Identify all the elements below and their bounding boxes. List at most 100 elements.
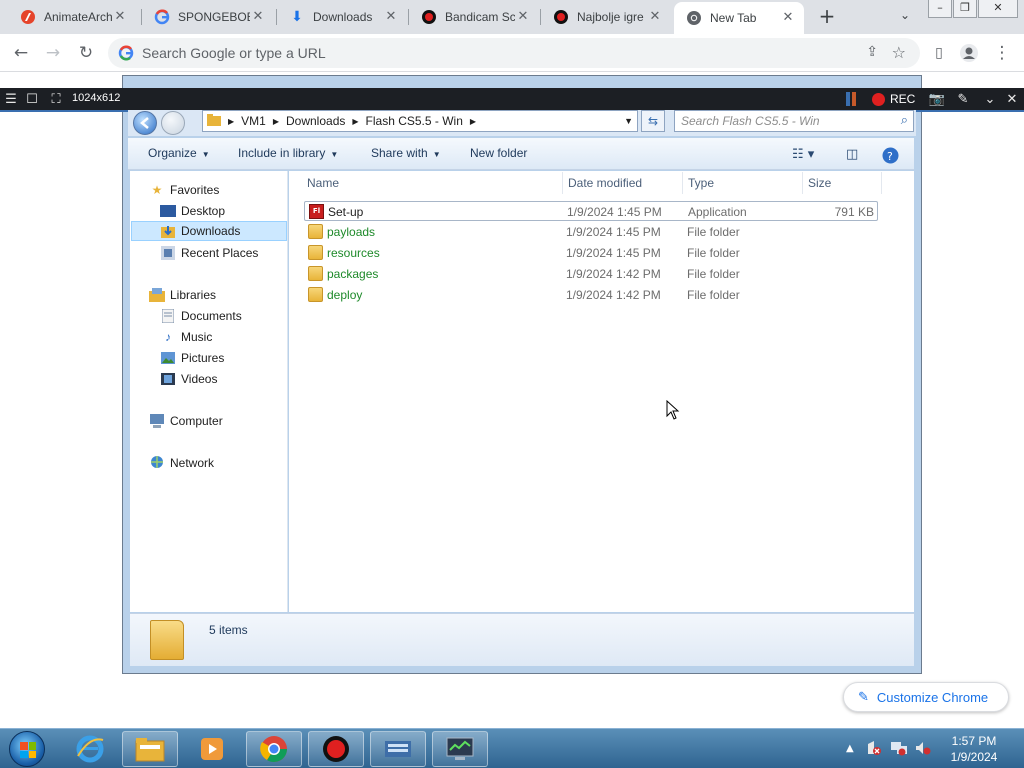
column-header-date[interactable]: Date modified — [568, 176, 642, 190]
customize-chrome-button[interactable]: ✎ Customize Chrome — [843, 682, 1009, 712]
nav-computer[interactable]: Computer — [149, 411, 223, 431]
forward-button[interactable] — [161, 111, 185, 135]
camera-icon[interactable]: 📷 — [928, 91, 946, 109]
menu-icon[interactable]: ☰ — [4, 91, 18, 109]
rec-button[interactable]: REC — [872, 92, 915, 106]
monitor-taskbar-icon[interactable] — [432, 731, 488, 767]
network-status-icon[interactable] — [890, 740, 908, 768]
preview-pane-icon[interactable]: ◫ — [846, 147, 858, 162]
file-size: 791 KB — [834, 205, 874, 219]
fullscreen-icon[interactable]: ☐ — [24, 91, 40, 109]
close-icon[interactable]: ✕ — [250, 9, 266, 25]
tab-title: AnimateArch — [44, 10, 112, 24]
nav-label: Documents — [181, 309, 242, 323]
close-icon[interactable]: ✕ — [515, 9, 531, 25]
tab-najbolje-igre[interactable]: Najbolje igre ✕ — [541, 0, 671, 34]
file-row-resources[interactable]: resources 1/9/2024 1:45 PM File folder — [304, 243, 878, 263]
file-row-setup[interactable]: Fl Set-up 1/9/2024 1:45 PM Application 7… — [304, 201, 878, 221]
file-row-packages[interactable]: packages 1/9/2024 1:42 PM File folder — [304, 264, 878, 284]
new-folder-button[interactable]: New folder — [470, 146, 527, 160]
nav-videos[interactable]: Videos — [160, 369, 217, 389]
nav-favorites[interactable]: ★ Favorites — [149, 180, 220, 200]
file-name: payloads — [327, 225, 376, 239]
share-with-button[interactable]: Share with ▼ — [371, 146, 441, 160]
omnibox[interactable]: Search Google or type a URL ⇪ ☆ — [108, 38, 920, 68]
search-input[interactable]: Search Flash CS5.5 - Win ⌕ — [674, 110, 914, 132]
breadcrumb-flash[interactable]: Flash CS5.5 - Win — [366, 114, 463, 128]
column-header-name[interactable]: Name — [307, 176, 339, 190]
tab-animatearch[interactable]: AnimateArch ✕ — [8, 0, 136, 34]
address-bar[interactable]: ▶ VM1 ▶ Downloads ▶ Flash CS5.5 - Win ▶ … — [202, 110, 638, 132]
volume-muted-icon[interactable] — [914, 740, 932, 768]
file-row-payloads[interactable]: payloads 1/9/2024 1:45 PM File folder — [304, 222, 878, 242]
profile-icon[interactable] — [958, 42, 980, 64]
back-button[interactable] — [133, 111, 157, 135]
media-player-icon[interactable] — [184, 731, 240, 767]
nav-desktop[interactable]: Desktop — [160, 201, 225, 221]
column-header-type[interactable]: Type — [688, 176, 714, 190]
breadcrumb-arrow-icon[interactable]: ▶ — [228, 117, 234, 126]
help-icon[interactable]: ? — [882, 147, 899, 168]
menu-icon[interactable]: ⋮ — [991, 42, 1013, 64]
column-header-size[interactable]: Size — [808, 176, 831, 190]
internet-explorer-icon[interactable] — [62, 731, 118, 767]
minimize-icon[interactable]: – — [928, 0, 952, 18]
nav-downloads[interactable]: Downloads — [131, 221, 287, 241]
column-divider[interactable] — [562, 172, 563, 194]
tab-downloads[interactable]: ⬇ Downloads ✕ — [277, 0, 407, 34]
pause-icon[interactable] — [844, 91, 862, 109]
include-in-library-button[interactable]: Include in library ▼ — [238, 146, 338, 160]
nav-recent-places[interactable]: Recent Places — [160, 243, 258, 263]
column-divider[interactable] — [682, 172, 683, 194]
close-icon[interactable]: ✕ — [647, 9, 663, 25]
column-divider[interactable] — [802, 172, 803, 194]
new-tab-button[interactable]: + — [816, 6, 838, 28]
keyboard-taskbar-icon[interactable] — [370, 731, 426, 767]
system-clock[interactable]: 1:57 PM 1/9/2024 — [944, 733, 1004, 765]
breadcrumb-arrow-icon[interactable]: ▶ — [352, 117, 358, 126]
tab-bandicam[interactable]: Bandicam Sc ✕ — [409, 0, 539, 34]
reload-icon[interactable]: ↻ — [75, 42, 97, 64]
back-icon[interactable]: ← — [10, 42, 32, 64]
nav-documents[interactable]: Documents — [160, 306, 242, 326]
breadcrumb-vm1[interactable]: VM1 — [241, 114, 266, 128]
include-label: Include in library — [238, 146, 326, 160]
breadcrumb-arrow-icon[interactable]: ▶ — [273, 117, 279, 126]
collapse-icon[interactable]: ⌄ — [982, 91, 998, 109]
tab-new-tab[interactable]: New Tab ✕ — [674, 2, 804, 34]
address-dropdown-icon[interactable]: ▼ — [624, 116, 633, 126]
side-panel-icon[interactable]: ▯ — [928, 42, 950, 64]
nav-network[interactable]: Network — [149, 453, 214, 473]
region-select-icon[interactable]: ⛶ — [48, 91, 64, 109]
breadcrumb-downloads[interactable]: Downloads — [286, 114, 345, 128]
explorer-taskbar-icon[interactable] — [122, 731, 178, 767]
close-icon[interactable]: ✕ — [112, 9, 128, 25]
tab-search-icon[interactable]: ⌄ — [896, 8, 914, 26]
show-hidden-icons-icon[interactable]: ▲ — [846, 743, 854, 768]
pencil-icon[interactable]: ✎ — [954, 91, 972, 109]
forward-icon[interactable]: → — [42, 42, 64, 64]
close-icon[interactable]: ✕ — [1004, 91, 1020, 109]
nav-music[interactable]: ♪ Music — [160, 327, 212, 347]
bookmark-star-icon[interactable]: ☆ — [892, 43, 906, 62]
nav-pictures[interactable]: Pictures — [160, 348, 224, 368]
column-divider[interactable] — [881, 172, 882, 194]
start-button[interactable] — [9, 731, 45, 767]
tab-spongebob[interactable]: SPONGEBOB ✕ — [142, 0, 274, 34]
nav-libraries[interactable]: Libraries — [149, 285, 216, 305]
close-window-icon[interactable]: ✕ — [978, 0, 1018, 18]
organize-button[interactable]: Organize ▼ — [148, 146, 210, 160]
close-icon[interactable]: ✕ — [780, 10, 796, 26]
action-center-icon[interactable] — [866, 740, 882, 768]
share-icon[interactable]: ⇪ — [866, 44, 878, 60]
close-icon[interactable]: ✕ — [383, 9, 399, 25]
refresh-button[interactable]: ⇆ — [641, 110, 665, 132]
bandicam-icon — [421, 9, 437, 25]
view-options-icon[interactable]: ☷ ▾ — [792, 147, 814, 162]
breadcrumb-arrow-icon[interactable]: ▶ — [470, 117, 476, 126]
file-row-deploy[interactable]: deploy 1/9/2024 1:42 PM File folder — [304, 285, 878, 305]
search-icon[interactable]: ⌕ — [901, 113, 908, 128]
restore-icon[interactable]: ❐ — [953, 0, 977, 18]
bandicam-taskbar-icon[interactable] — [308, 731, 364, 767]
chrome-taskbar-icon[interactable] — [246, 731, 302, 767]
